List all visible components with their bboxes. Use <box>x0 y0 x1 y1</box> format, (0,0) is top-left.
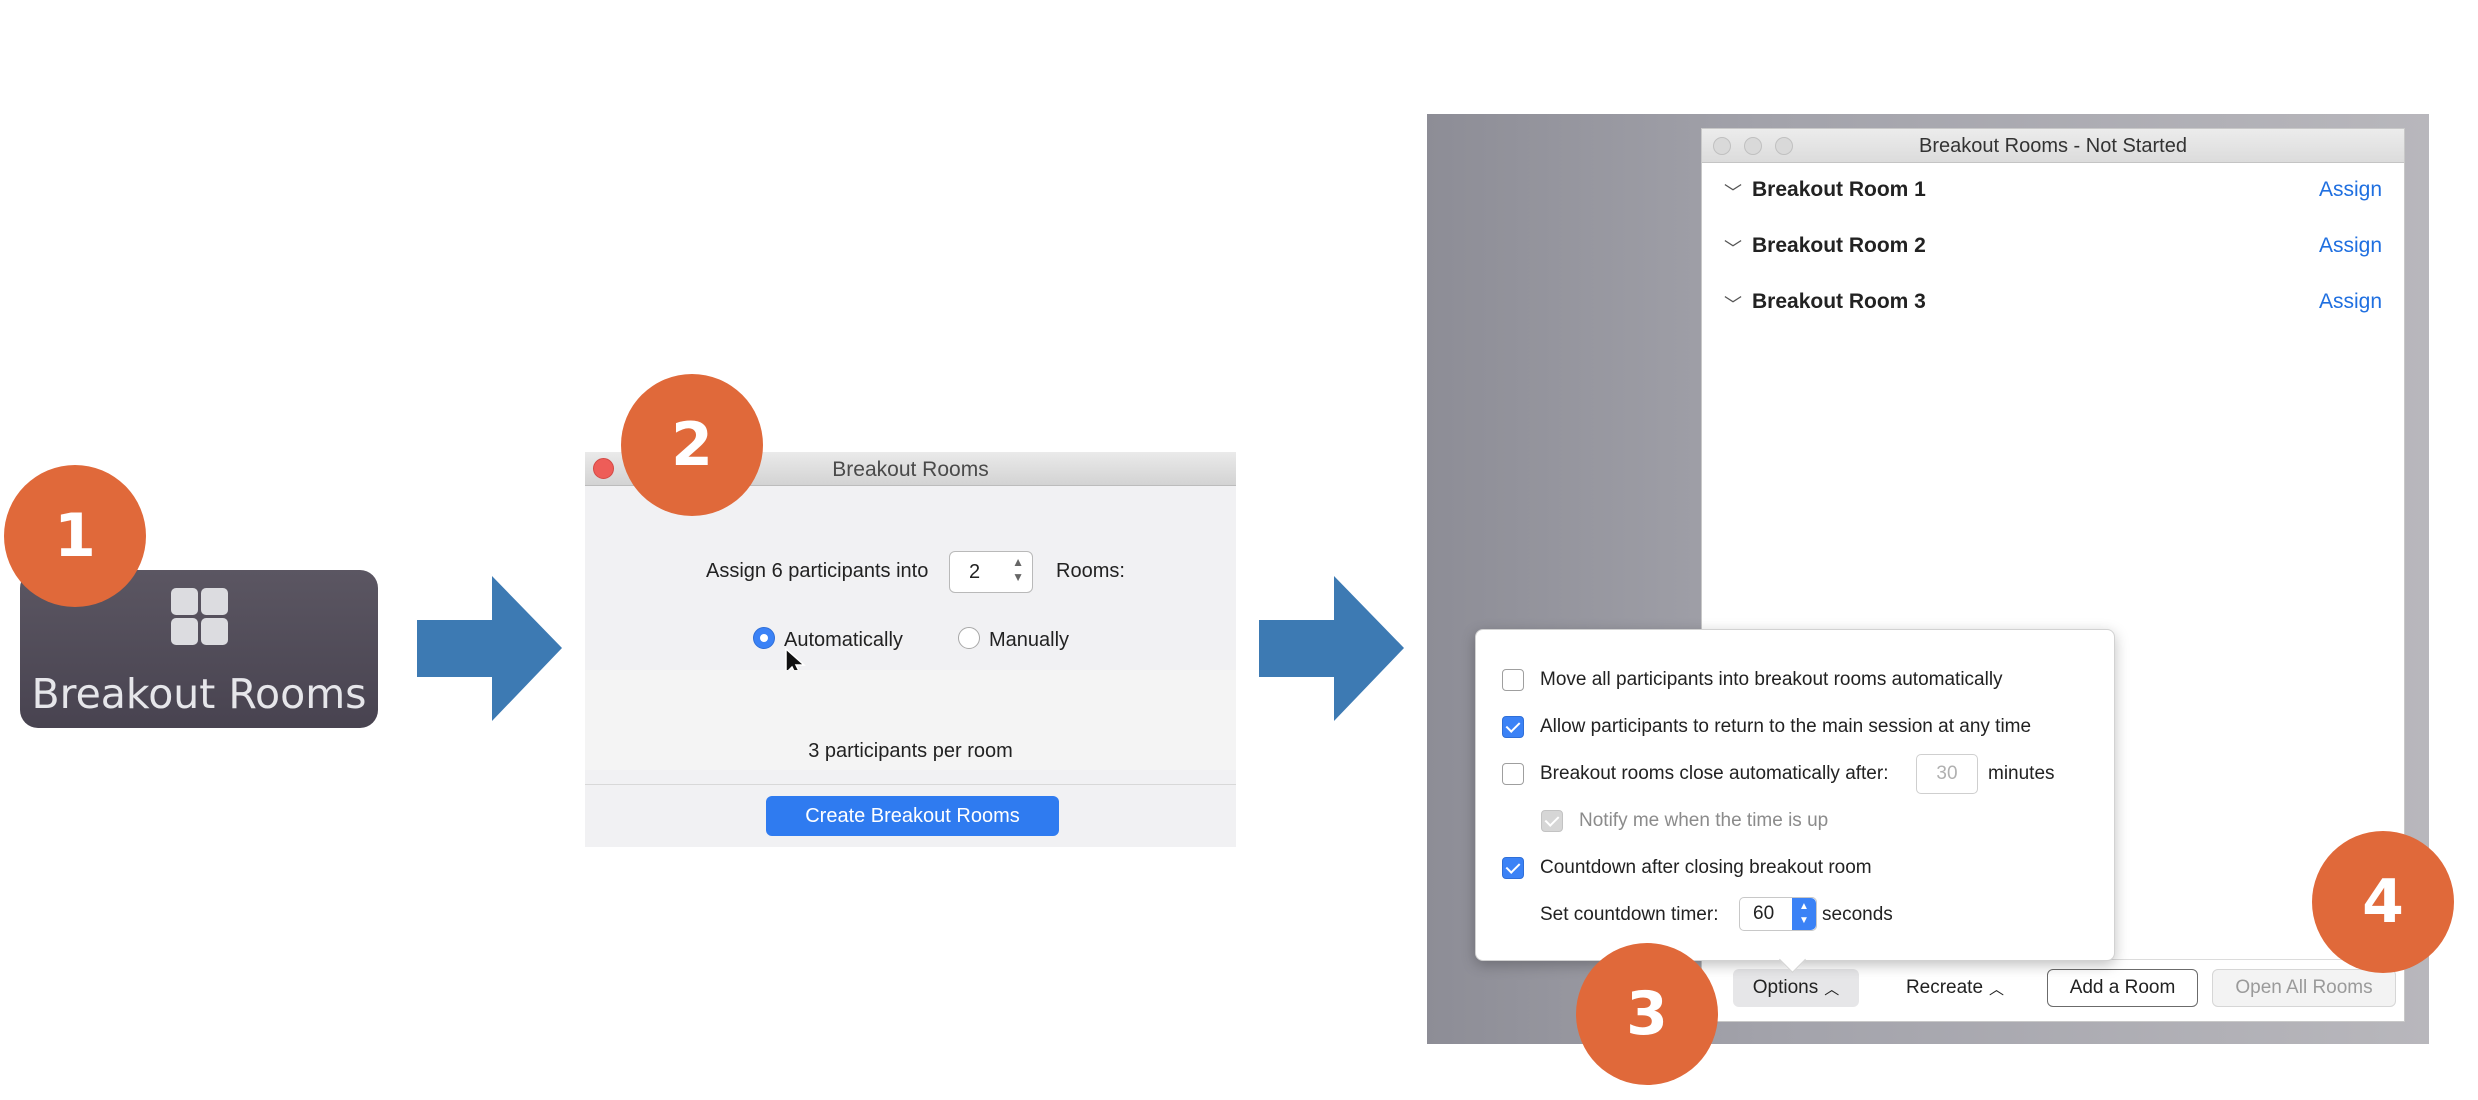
set-timer-label: Set countdown timer: <box>1540 904 1719 925</box>
timer-value: 60 <box>1753 903 1775 924</box>
move-all-label[interactable]: Move all participants into breakout room… <box>1540 669 2003 691</box>
notify-label[interactable]: Notify me when the time is up <box>1579 810 1828 832</box>
room-count-stepper[interactable]: 2 ▲ ▼ <box>949 551 1033 593</box>
options-button[interactable]: Options ︿ <box>1733 969 1859 1007</box>
step-badge-2: 2 <box>621 374 763 516</box>
room-name: Breakout Room 2 <box>1752 234 1926 257</box>
radio-automatically[interactable] <box>753 627 775 649</box>
assign-link[interactable]: Assign <box>2319 234 2382 258</box>
arrow-right-icon <box>417 576 562 721</box>
assign-prefix-label: Assign 6 participants into <box>706 560 929 582</box>
radio-manually-label[interactable]: Manually <box>989 629 1069 652</box>
chevron-down-icon[interactable]: ﹀ <box>1724 235 1742 261</box>
step-badge-3: 3 <box>1576 943 1718 1085</box>
step-badge-4: 4 <box>2312 831 2454 973</box>
open-all-rooms-button[interactable]: Open All Rooms <box>2212 969 2396 1007</box>
options-popover: Move all participants into breakout room… <box>1475 629 2115 961</box>
add-room-button[interactable]: Add a Room <box>2047 969 2198 1007</box>
room-name: Breakout Room 1 <box>1752 178 1926 201</box>
participants-per-room: 3 participants per room <box>808 740 1013 762</box>
allow-return-checkbox[interactable] <box>1502 716 1524 738</box>
arrow-right-icon <box>1259 576 1404 721</box>
allow-return-label[interactable]: Allow participants to return to the main… <box>1540 716 2031 738</box>
radio-manually[interactable] <box>958 627 980 649</box>
step-badge-1: 1 <box>4 465 146 607</box>
countdown-timer-select[interactable]: 60 ▲ ▼ <box>1739 897 1817 931</box>
room-row[interactable]: ﹀ Breakout Room 2 Assign <box>1702 223 2404 273</box>
close-auto-checkbox[interactable] <box>1502 763 1524 785</box>
assign-link[interactable]: Assign <box>2319 290 2382 314</box>
room-row[interactable]: ﹀ Breakout Room 1 Assign <box>1702 167 2404 217</box>
stepper-arrows-icon: ▲ ▼ <box>1012 555 1024 584</box>
recreate-label: Recreate <box>1905 977 1984 998</box>
chevron-down-icon[interactable]: ﹀ <box>1724 179 1742 205</box>
minutes-label: minutes <box>1988 763 2055 784</box>
chevron-up-icon: ︿ <box>1989 980 2005 998</box>
close-minutes-input[interactable]: 30 <box>1916 754 1978 794</box>
room-name: Breakout Room 3 <box>1752 290 1926 313</box>
close-auto-label[interactable]: Breakout rooms close automatically after… <box>1540 763 1889 785</box>
divider <box>585 784 1236 785</box>
countdown-label[interactable]: Countdown after closing breakout room <box>1540 857 1872 879</box>
recreate-button[interactable]: Recreate ︿ <box>1900 969 2010 1007</box>
room-row[interactable]: ﹀ Breakout Room 3 Assign <box>1702 279 2404 329</box>
rooms-suffix-label: Rooms: <box>1056 560 1125 582</box>
notify-checkbox[interactable] <box>1541 810 1563 832</box>
breakout-rooms-label: Breakout Rooms <box>31 670 367 718</box>
seconds-label: seconds <box>1822 904 1893 925</box>
options-label: Options <box>1752 977 1819 998</box>
chevron-up-icon: ︿ <box>1824 980 1840 998</box>
room-count-value: 2 <box>969 561 981 583</box>
select-arrows-icon: ▲ ▼ <box>1792 898 1816 930</box>
chevron-down-icon[interactable]: ﹀ <box>1724 291 1742 317</box>
assign-link[interactable]: Assign <box>2319 178 2382 202</box>
window-titlebar: Breakout Rooms - Not Started <box>1702 129 2404 163</box>
create-breakout-rooms-button[interactable]: Create Breakout Rooms <box>766 796 1059 836</box>
countdown-checkbox[interactable] <box>1502 857 1524 879</box>
move-all-checkbox[interactable] <box>1502 669 1524 691</box>
window-title: Breakout Rooms - Not Started <box>1919 135 2187 157</box>
